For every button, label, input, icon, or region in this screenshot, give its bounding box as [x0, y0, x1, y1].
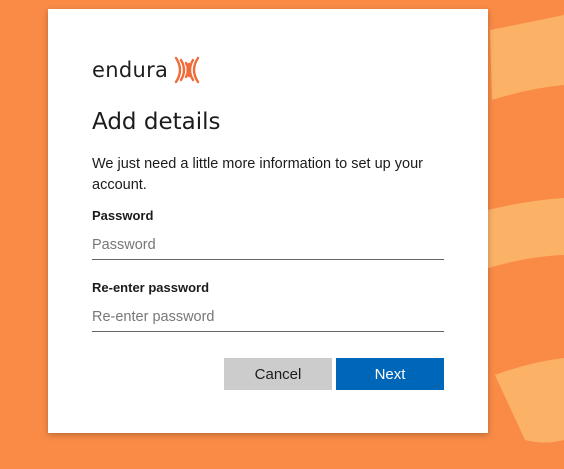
cancel-button[interactable]: Cancel: [224, 358, 332, 390]
brand-logo: endura: [92, 53, 204, 87]
page-background: endura Add details We just need a little…: [0, 0, 564, 469]
brand-name: endura: [92, 58, 169, 82]
endura-waves-icon: [174, 56, 200, 84]
password-input[interactable]: [92, 231, 444, 260]
page-description: We just need a little more information t…: [92, 156, 423, 193]
next-button[interactable]: Next: [336, 358, 444, 390]
signup-card: endura Add details We just need a little…: [48, 9, 488, 433]
reenter-password-label: Re-enter password: [92, 280, 210, 295]
reenter-password-input[interactable]: [92, 303, 444, 332]
password-label: Password: [92, 208, 154, 223]
page-title: Add details: [92, 109, 221, 135]
